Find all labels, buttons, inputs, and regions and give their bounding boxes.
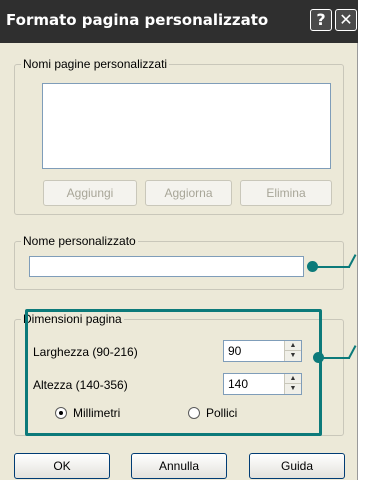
custom-page-names-legend: Nomi pagine personalizzati — [21, 57, 170, 71]
dialog-title: Formato pagina personalizzato — [6, 11, 269, 29]
custom-name-input[interactable] — [29, 256, 304, 277]
update-button[interactable]: Aggiorna — [145, 180, 232, 206]
custom-name-callout-line — [312, 266, 350, 268]
custom-name-legend: Nome personalizzato — [21, 234, 138, 248]
custom-page-names-list[interactable] — [42, 83, 331, 169]
add-button[interactable]: Aggiungi — [43, 180, 137, 206]
dimensions-callout-line — [318, 357, 350, 359]
dimensions-highlight-frame — [25, 309, 322, 436]
ok-button[interactable]: OK — [14, 453, 110, 479]
delete-button[interactable]: Elimina — [240, 180, 332, 206]
close-icon[interactable]: ✕ — [335, 9, 357, 31]
title-bar[interactable]: Formato pagina personalizzato ? ✕ — [0, 0, 358, 43]
cancel-button[interactable]: Annulla — [131, 453, 227, 479]
help-icon[interactable]: ? — [310, 9, 332, 31]
help-button[interactable]: Guida — [249, 453, 345, 479]
